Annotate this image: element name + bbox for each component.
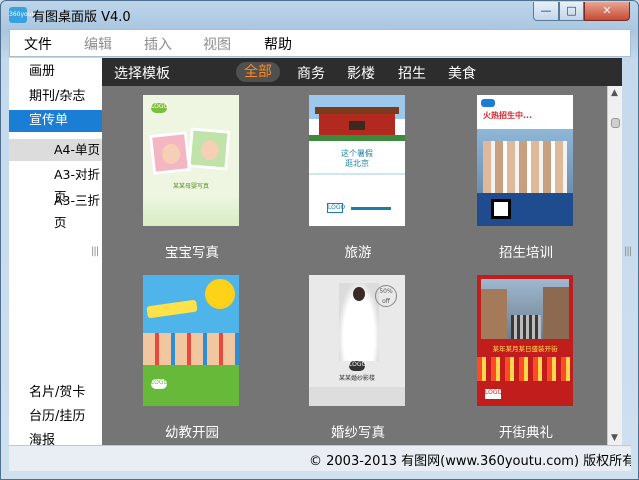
template-label: 宝宝写真 — [165, 245, 219, 261]
right-panel-splitter-grip[interactable]: ||| — [624, 246, 632, 257]
category-sidebar: 画册 期刊/杂志 宣传单 A4-单页 A3-对折页 A3-三折页 名片/贺卡 台… — [9, 58, 121, 445]
menu-view[interactable]: 视图 — [203, 34, 231, 54]
template-grid: LOGO 某某母婴写真 宝宝写真 这个暑假 逛北京 LOGO 旅游 火热招生中.… — [102, 86, 607, 445]
sidebar-splitter-grip[interactable]: ||| — [91, 246, 99, 257]
scroll-down-arrow-icon[interactable]: ▼ — [611, 433, 618, 443]
sidebar-item-brochure[interactable]: 画册 — [9, 61, 102, 83]
tab-food[interactable]: 美食 — [448, 63, 476, 83]
children-image — [143, 333, 239, 365]
template-label: 开街典礼 — [499, 425, 553, 441]
window-title: 有图桌面版 V4.0 — [32, 10, 131, 25]
card-logo: LOGO — [485, 389, 502, 399]
card-logo: LOGO — [327, 203, 346, 213]
sidebar-subitem-a3-bifold[interactable]: A3-对折页 — [9, 164, 102, 204]
template-card-baby[interactable]: LOGO 某某母婴写真 — [143, 95, 239, 226]
template-card-kindergarten[interactable]: LOGO — [143, 275, 239, 406]
minimize-button[interactable]: — — [533, 2, 559, 21]
tiananmen-image — [315, 107, 399, 135]
sidebar-item-poster[interactable]: 海报 — [9, 430, 102, 445]
sidebar-item-flyer[interactable]: 宣传单 — [9, 110, 102, 132]
discount-badge: 50% off — [375, 285, 397, 307]
status-bar: © 2003-2013 有图网(www.360youtu.com) 版权所有 — [9, 445, 631, 471]
tab-business[interactable]: 商务 — [297, 63, 325, 83]
template-label: 招生培训 — [499, 245, 553, 261]
card-caption: 某某母婴写真 — [172, 183, 209, 190]
sidebar-item-calendar[interactable]: 台历/挂历 — [9, 406, 102, 428]
menu-insert[interactable]: 插入 — [144, 34, 172, 54]
sidebar-item-magazine[interactable]: 期刊/杂志 — [9, 86, 102, 108]
baby-photo-image — [187, 127, 231, 171]
vertical-scrollbar[interactable]: ▲ ▼ — [607, 86, 622, 445]
bride-image — [339, 283, 379, 361]
street-photo-image — [481, 279, 569, 339]
template-category-bar: 选择模板 全部 商务 影楼 招生 美食 — [102, 58, 622, 86]
tab-all[interactable]: 全部 — [236, 62, 280, 82]
menu-file[interactable]: 文件 — [24, 34, 52, 54]
template-card-travel[interactable]: 这个暑假 逛北京 LOGO — [309, 95, 405, 226]
sun-image — [205, 279, 235, 309]
sidebar-subitem-a3-trifold[interactable]: A3-三折页 — [9, 190, 102, 230]
card-logo: LOGO — [151, 379, 168, 389]
copyright-text: © 2003-2013 有图网(www.360youtu.com) 版权所有 — [309, 454, 631, 469]
template-card-street-opening[interactable]: 某年某月某日盛装开街 LOGO — [477, 275, 573, 406]
title-bar[interactable]: 360youtu 有图桌面版 V4.0 — □ ✕ — [1, 1, 638, 29]
sidebar-item-cards[interactable]: 名片/贺卡 — [9, 382, 102, 404]
menu-edit[interactable]: 编辑 — [84, 34, 112, 54]
close-button[interactable]: ✕ — [584, 2, 630, 21]
card-headline: 逛北京 — [345, 159, 369, 168]
card-headline: 火热招生中... — [483, 111, 533, 120]
tab-enrollment[interactable]: 招生 — [398, 63, 426, 83]
template-label: 旅游 — [344, 245, 372, 261]
template-label: 幼教开园 — [165, 425, 219, 441]
app-logo-icon: 360youtu — [9, 7, 38, 23]
maximize-button[interactable]: □ — [559, 2, 584, 21]
menu-help[interactable]: 帮助 — [264, 34, 292, 54]
card-logo: LOGO — [349, 361, 366, 371]
card-headline: 某年某月某日盛装开街 — [492, 345, 558, 353]
scroll-up-arrow-icon[interactable]: ▲ — [611, 88, 618, 98]
students-photo-image — [477, 129, 573, 193]
card-headline: 这个暑假 — [341, 149, 373, 158]
app-window: 360youtu 有图桌面版 V4.0 — □ ✕ 文件 编辑 插入 视图 帮助… — [0, 0, 639, 480]
template-card-enrollment[interactable]: 火热招生中... — [477, 95, 573, 226]
card-caption: 某某婚纱影楼 — [338, 375, 375, 382]
scrollbar-thumb[interactable] — [611, 118, 620, 128]
tab-studio[interactable]: 影楼 — [347, 63, 375, 83]
catbar-title: 选择模板 — [114, 66, 170, 82]
baby-photo-image — [149, 131, 191, 175]
template-label: 婚纱写真 — [331, 425, 385, 441]
template-card-wedding[interactable]: 50% off LOGO 某某婚纱影楼 — [309, 275, 405, 406]
menu-bar: 文件 编辑 插入 视图 帮助 — [9, 29, 631, 57]
card-logo: LOGO — [151, 103, 168, 113]
